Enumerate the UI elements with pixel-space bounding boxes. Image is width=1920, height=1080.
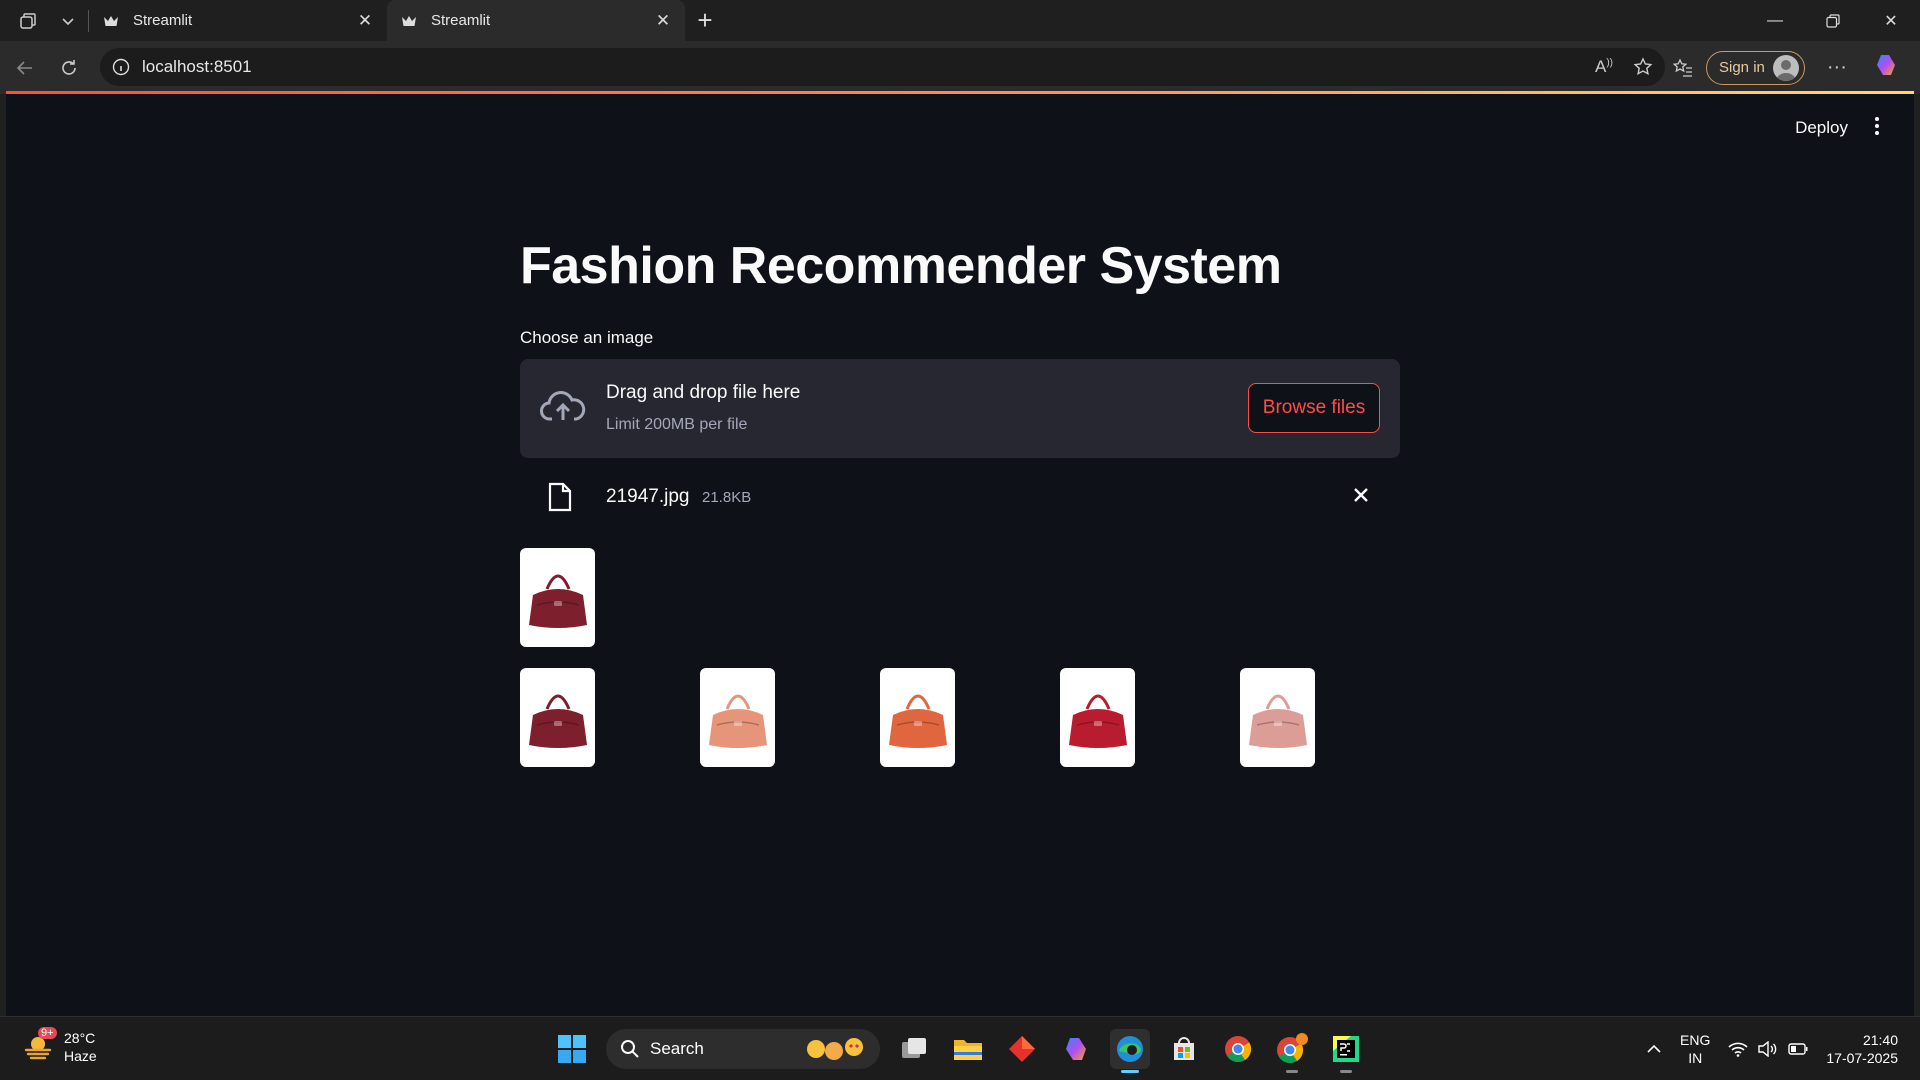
workspaces-icon[interactable] <box>8 1 48 41</box>
tab-streamlit-1[interactable]: Streamlit ✕ <box>89 0 387 41</box>
handbag-icon <box>1248 694 1307 748</box>
running-indicator <box>1340 1070 1352 1073</box>
search-highlight-emoji-icon <box>806 1037 866 1061</box>
tab-title: Streamlit <box>133 12 193 29</box>
show-hidden-icons-chevron-icon[interactable] <box>1646 1041 1662 1057</box>
close-tab-icon[interactable]: ✕ <box>355 11 375 31</box>
weather-widget[interactable]: 9+ 28°C Haze <box>22 1027 97 1065</box>
search-icon <box>621 1040 639 1058</box>
favorites-list-icon[interactable] <box>1672 57 1694 79</box>
microsoft-store-icon[interactable] <box>1164 1029 1204 1069</box>
recommendation-image <box>700 668 775 767</box>
deploy-button[interactable]: Deploy <box>1795 118 1848 138</box>
uploaded-file-row: 21947.jpg 21.8KB <box>520 476 1400 520</box>
handbag-icon <box>888 694 947 748</box>
handbag-icon <box>528 574 587 628</box>
handbag-icon <box>708 694 767 748</box>
red-diamond-app-icon[interactable] <box>1002 1029 1042 1069</box>
uploaded-image <box>520 548 595 647</box>
lang-line1: ENG <box>1680 1032 1711 1048</box>
streamlit-crown-icon <box>399 15 419 27</box>
window-controls: — ✕ <box>1746 0 1920 41</box>
streamlit-crown-icon <box>101 15 121 27</box>
windows-start-icon[interactable] <box>552 1029 592 1069</box>
new-tab-button[interactable]: + <box>685 1 725 41</box>
browse-files-button[interactable]: Browse files <box>1248 383 1380 433</box>
minimize-icon[interactable]: — <box>1746 0 1804 41</box>
tab-actions-chevron-icon[interactable] <box>48 1 88 41</box>
recommendation-image <box>520 668 595 767</box>
recommendation-image <box>1240 668 1315 767</box>
active-indicator <box>1121 1070 1139 1073</box>
profile-avatar-icon <box>1772 54 1799 81</box>
chrome-profile-icon[interactable] <box>1272 1029 1312 1073</box>
tab-streamlit-2[interactable]: Streamlit ✕ <box>387 0 685 41</box>
main-menu-icon[interactable] <box>1874 116 1880 136</box>
pycharm-icon[interactable] <box>1326 1029 1366 1073</box>
recommendation-image <box>1060 668 1135 767</box>
running-indicator <box>1286 1070 1298 1073</box>
weather-condition: Haze <box>64 1048 97 1064</box>
cloud-upload-icon <box>540 391 586 421</box>
task-view-icon[interactable] <box>894 1029 934 1069</box>
back-arrow-icon[interactable] <box>3 48 47 88</box>
browser-tab-bar: Streamlit ✕ Streamlit ✕ + — ✕ <box>0 0 1920 41</box>
taskbar-apps: Search <box>552 1025 1366 1073</box>
uploader-label: Choose an image <box>520 328 654 347</box>
close-tab-icon[interactable]: ✕ <box>653 11 673 31</box>
settings-more-icon[interactable]: ··· <box>1827 56 1847 79</box>
dropzone-limit: Limit 200MB per file <box>606 416 748 433</box>
read-aloud-icon[interactable]: A)) <box>1595 57 1613 77</box>
uploaded-file-size: 21.8KB <box>702 489 752 506</box>
remove-file-icon[interactable] <box>1352 486 1370 504</box>
copilot-icon[interactable] <box>1873 52 1899 83</box>
weather-temp: 28°C <box>64 1030 96 1046</box>
taskbar-clock[interactable]: 21:40 17-07-2025 <box>1826 1031 1898 1067</box>
handbag-icon <box>1068 694 1127 748</box>
input-language-indicator[interactable]: ENG IN <box>1680 1031 1710 1067</box>
file-explorer-icon[interactable] <box>948 1029 988 1069</box>
page-title: Fashion Recommender System <box>520 237 1282 295</box>
dropzone-instructions: Drag and drop file here <box>606 382 801 403</box>
lang-line2: IN <box>1688 1050 1703 1066</box>
handbag-icon <box>528 694 587 748</box>
url-text[interactable]: localhost:8501 <box>142 57 252 77</box>
tab-title: Streamlit <box>431 12 491 29</box>
restore-icon[interactable] <box>1804 0 1862 41</box>
volume-icon <box>1758 1041 1777 1057</box>
wifi-icon <box>1728 1042 1748 1057</box>
browser-toolbar: localhost:8501 A)) Sign in ··· <box>0 41 1920 94</box>
weather-badge: 9+ <box>38 1027 57 1039</box>
recommendation-image <box>880 668 955 767</box>
site-info-icon[interactable] <box>112 58 130 76</box>
system-tray: ENG IN 21:40 17-07-2025 <box>1646 1027 1898 1071</box>
file-dropzone[interactable]: Drag and drop file here Limit 200MB per … <box>520 359 1400 458</box>
clock-date: 17-07-2025 <box>1826 1050 1898 1066</box>
haze-weather-icon: 9+ <box>22 1027 57 1063</box>
sign-in-label: Sign in <box>1719 59 1765 76</box>
uploaded-file-name: 21947.jpg <box>606 486 690 507</box>
address-bar[interactable]: localhost:8501 A)) <box>100 48 1665 86</box>
battery-icon <box>1788 1043 1808 1055</box>
clock-time: 21:40 <box>1862 1032 1898 1048</box>
sign-in-button[interactable]: Sign in <box>1706 50 1805 85</box>
quick-settings[interactable] <box>1728 1041 1808 1057</box>
chrome-icon[interactable] <box>1218 1029 1258 1069</box>
streamlit-app: Deploy Fashion Recommender System Choose… <box>6 94 1914 1016</box>
file-icon <box>548 482 572 512</box>
close-window-icon[interactable]: ✕ <box>1862 0 1920 41</box>
search-label: Search <box>650 1039 704 1058</box>
edge-browser-icon[interactable] <box>1110 1029 1150 1073</box>
copilot-app-icon[interactable] <box>1056 1029 1096 1069</box>
windows-taskbar: 9+ 28°C Haze Search ENG IN 21:40 17-07-2… <box>0 1016 1920 1080</box>
favorite-star-icon[interactable] <box>1633 57 1653 77</box>
taskbar-search[interactable]: Search <box>606 1029 880 1069</box>
refresh-icon[interactable] <box>47 48 91 88</box>
